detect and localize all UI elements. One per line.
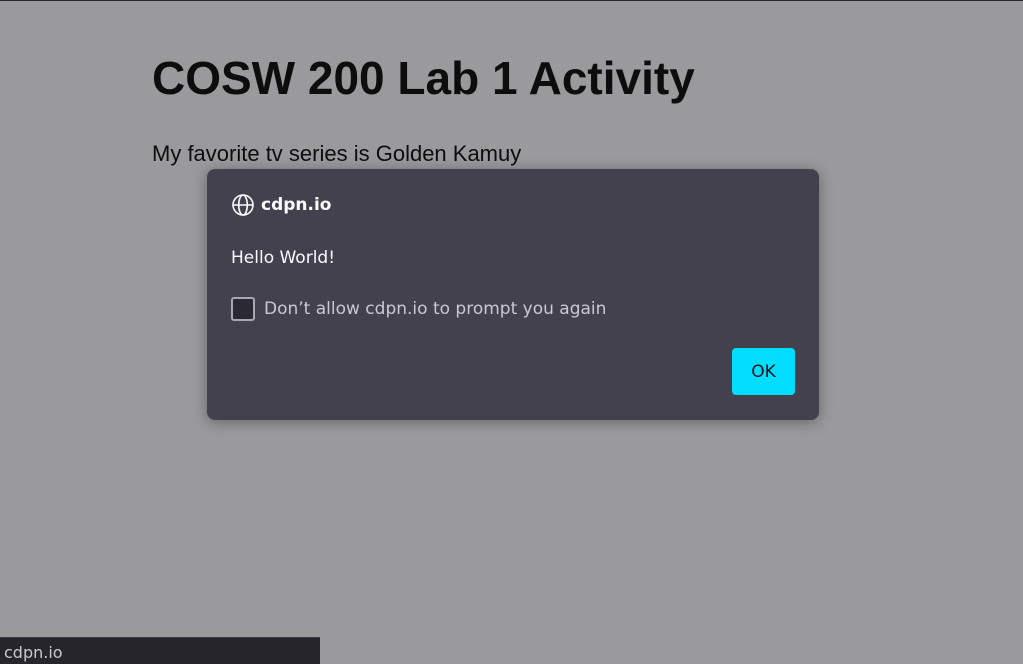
suppress-prompt-label[interactable]: Don’t allow cdpn.io to prompt you again (264, 297, 606, 321)
status-bar-url: cdpn.io (0, 637, 320, 664)
page-paragraph: My favorite tv series is Golden Kamuy (152, 141, 522, 166)
window-top-border (0, 0, 1023, 1)
prompt-suppress-option[interactable]: Don’t allow cdpn.io to prompt you again (231, 297, 606, 321)
dialog-origin: cdpn.io (261, 195, 332, 215)
alert-dialog: cdpn.io Hello World! Don’t allow cdpn.io… (207, 169, 819, 420)
globe-icon (231, 193, 255, 217)
dialog-header: cdpn.io (231, 193, 331, 217)
suppress-prompt-checkbox[interactable] (231, 297, 255, 321)
ok-button[interactable]: OK (732, 348, 795, 395)
page-title: COSW 200 Lab 1 Activity (152, 52, 695, 104)
dialog-message: Hello World! (231, 248, 336, 268)
